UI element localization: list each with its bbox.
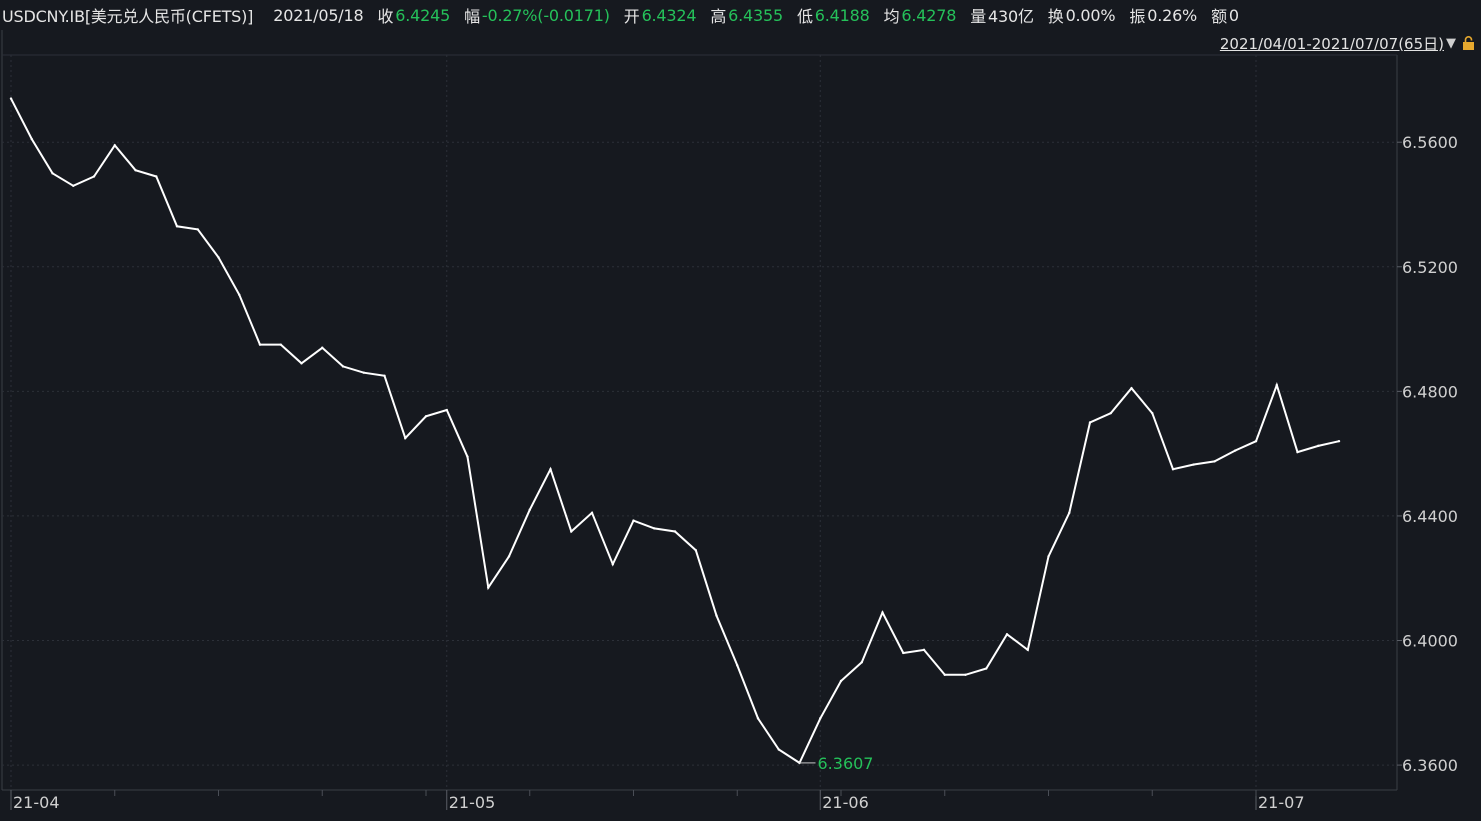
y-tick-label: 6.4400 [1402, 507, 1458, 526]
x-tick-label: 21-06 [822, 793, 869, 812]
price-point [839, 679, 843, 683]
price-point [51, 172, 54, 175]
price-point [922, 648, 926, 652]
price-point [155, 175, 158, 178]
price-point [238, 293, 241, 297]
price-line-chart[interactable]: 6.5600 6.5200 6.4800 6.4400 6.4000 6.3600 21-0… [0, 0, 1481, 821]
price-point [860, 661, 863, 664]
price-point [424, 415, 428, 418]
min-annotation-label: 6.3607 [818, 754, 874, 773]
price-point [694, 548, 697, 552]
price-point [1068, 511, 1071, 515]
price-point [715, 614, 718, 617]
price-point [673, 530, 677, 533]
price-point [72, 184, 75, 188]
price-point [1317, 444, 1320, 448]
price-point [487, 586, 490, 589]
price-point [1234, 449, 1237, 452]
price-point [92, 175, 96, 178]
price-point [964, 673, 967, 676]
price-point [632, 519, 635, 522]
price-point [590, 511, 594, 515]
price-series-line [10, 98, 1340, 765]
x-tick-label: 21-04 [13, 793, 60, 812]
triangle-down-icon[interactable]: ▼ [1446, 36, 1456, 51]
price-point [30, 137, 33, 141]
price-point [881, 611, 884, 614]
price-point [341, 365, 345, 368]
price-point [362, 371, 365, 374]
price-point [819, 717, 822, 720]
price-point [611, 563, 614, 566]
price-point [466, 455, 469, 458]
price-point [1213, 460, 1216, 463]
price-point [1088, 421, 1092, 424]
price-point [113, 144, 116, 147]
lock-icon[interactable] [1462, 36, 1475, 50]
price-point [321, 346, 324, 349]
price-point [985, 667, 988, 670]
price-point [1192, 463, 1195, 466]
price-point [756, 717, 760, 720]
y-tick-label: 6.3600 [1402, 756, 1458, 775]
price-point [1130, 387, 1133, 390]
price-point [736, 664, 739, 667]
price-point [9, 97, 13, 100]
price-point [1026, 648, 1029, 652]
price-point [1151, 411, 1154, 415]
price-point [528, 508, 531, 511]
price-point [1005, 633, 1009, 636]
y-tick-label: 6.5200 [1402, 258, 1458, 277]
date-range-text[interactable]: 2021/04/01-2021/07/07(65日) [1220, 33, 1444, 54]
price-point [1171, 468, 1175, 471]
y-tick-label: 6.5600 [1402, 133, 1458, 152]
price-point [902, 651, 905, 655]
price-point [653, 527, 656, 530]
price-point [258, 343, 262, 346]
price-point [279, 343, 282, 346]
price-point [1254, 439, 1258, 443]
price-point [570, 530, 573, 533]
price-point [134, 169, 137, 172]
price-point [175, 225, 179, 228]
price-point [1047, 555, 1050, 558]
y-tick-label: 6.4800 [1402, 382, 1458, 401]
price-point [1275, 383, 1278, 387]
price-point [217, 256, 220, 259]
x-tick-label: 21-07 [1258, 793, 1305, 812]
price-point [777, 748, 780, 751]
price-point [445, 408, 448, 412]
price-point [404, 436, 407, 440]
price-point [943, 673, 946, 676]
price-point [1337, 439, 1341, 443]
price-point [196, 228, 199, 231]
price-point [549, 468, 552, 471]
price-point [507, 555, 511, 558]
y-tick-label: 6.4000 [1402, 632, 1458, 651]
price-point [383, 374, 386, 377]
price-point [1296, 450, 1299, 454]
price-point [1109, 411, 1112, 415]
date-range-selector[interactable]: 2021/04/01-2021/07/07(65日) ▼ [1220, 33, 1475, 53]
price-point [300, 362, 303, 365]
x-tick-label: 21-05 [449, 793, 496, 812]
